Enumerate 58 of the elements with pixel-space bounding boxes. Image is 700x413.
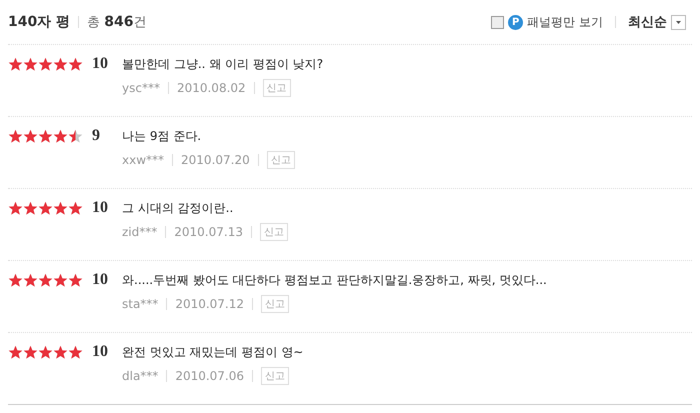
filter-label[interactable]: 패널평만 보기 [527, 14, 603, 30]
star-icon [8, 344, 23, 360]
star-icon [8, 200, 23, 216]
report-button[interactable]: 신고 [260, 223, 288, 241]
star-icon [23, 272, 38, 288]
star-icon [23, 200, 38, 216]
dropdown-button[interactable] [671, 14, 686, 30]
review-date: 2010.08.02 [176, 81, 246, 95]
star-icon [68, 272, 83, 288]
star-icon [53, 344, 68, 360]
user-id: ysc*** [122, 81, 160, 95]
star-icon [23, 344, 38, 360]
panel-badge: P [508, 14, 524, 30]
section-title: 140자 평 [8, 13, 70, 31]
review-date: 2010.07.12 [175, 297, 244, 311]
review-date: 2010.07.20 [181, 153, 250, 167]
star-icon [38, 200, 53, 216]
checkbox[interactable] [491, 16, 504, 28]
caret-icon [676, 20, 681, 24]
review-date: 2010.07.06 [175, 369, 244, 383]
report-button[interactable]: 신고 [261, 367, 290, 385]
score: 10 [92, 344, 109, 362]
score: 10 [92, 56, 109, 74]
review-date: 2010.07.13 [174, 225, 243, 239]
report-button[interactable]: 신고 [262, 79, 291, 97]
star-icon [53, 272, 68, 288]
score: 10 [92, 272, 109, 290]
star-icon [38, 128, 53, 144]
review-text: 볼만한데 그냥.. 왜 이리 평점이 낮지? [122, 56, 324, 72]
star-icon [53, 200, 68, 216]
star-icon [68, 128, 83, 144]
review-text: 완전 멋있고 재밌는데 평점이 영~ [122, 344, 304, 360]
star-icon [23, 56, 38, 72]
score: 9 [92, 128, 101, 146]
star-icon [68, 344, 83, 360]
report-button[interactable]: 신고 [261, 295, 290, 313]
user-id: xxw*** [122, 153, 164, 167]
user-id: dla*** [122, 369, 158, 383]
star-icon [53, 56, 68, 72]
user-id: zid*** [122, 225, 158, 239]
star-icon [8, 272, 23, 288]
star-icon [53, 128, 68, 144]
review-text: 와.....두번째 봤어도 대단하다 평점보고 판단하지말길.웅장하고, 짜릿, 멋있다... [122, 272, 547, 288]
star-icon [38, 272, 53, 288]
score: 10 [92, 200, 109, 218]
review-text: 나는 9점 준다. [122, 128, 202, 144]
star-icon [68, 200, 83, 216]
star-icon [68, 56, 83, 72]
star-icon [8, 128, 23, 144]
star-icon [38, 56, 53, 72]
user-id: sta*** [122, 297, 158, 311]
report-button[interactable]: 신고 [266, 151, 295, 169]
sort-label[interactable]: 최신순 [628, 13, 667, 31]
star-icon [23, 128, 38, 144]
star-icon [38, 344, 53, 360]
review-text: 그 시대의 감정이란.. [122, 200, 234, 216]
total-count: 총 846건 [87, 13, 146, 31]
star-icon [8, 56, 23, 72]
